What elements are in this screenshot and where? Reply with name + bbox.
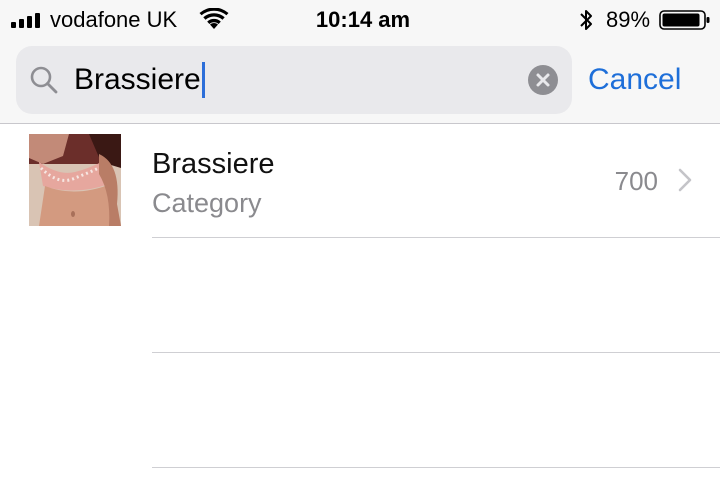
cancel-button[interactable]: Cancel [588, 62, 681, 98]
category-thumbnail [29, 134, 121, 226]
row-separator [152, 237, 720, 238]
battery-icon [659, 10, 710, 30]
result-title: Brassiere [152, 148, 275, 180]
search-screen: vodafone UK 10:14 am 89% Brassiere Cance… [0, 0, 720, 478]
result-count: 700 [614, 166, 658, 196]
chevron-right-icon [678, 168, 692, 192]
row-separator [152, 467, 720, 468]
battery-percent: 89% [606, 7, 651, 32]
row-separator [152, 352, 720, 353]
search-header: vodafone UK 10:14 am 89% Brassiere Cance… [0, 0, 720, 124]
search-input[interactable]: Brassiere [16, 46, 572, 114]
text-caret [201, 62, 205, 98]
search-query[interactable]: Brassiere [74, 62, 205, 98]
search-query-text: Brassiere [74, 63, 201, 96]
clear-icon[interactable] [528, 65, 558, 95]
status-bar: vodafone UK 10:14 am 89% [0, 0, 720, 40]
bluetooth-icon [580, 10, 592, 30]
search-icon [30, 66, 58, 94]
result-row[interactable]: Brassiere Category 700 [0, 125, 720, 238]
result-subtitle: Category [152, 188, 262, 218]
